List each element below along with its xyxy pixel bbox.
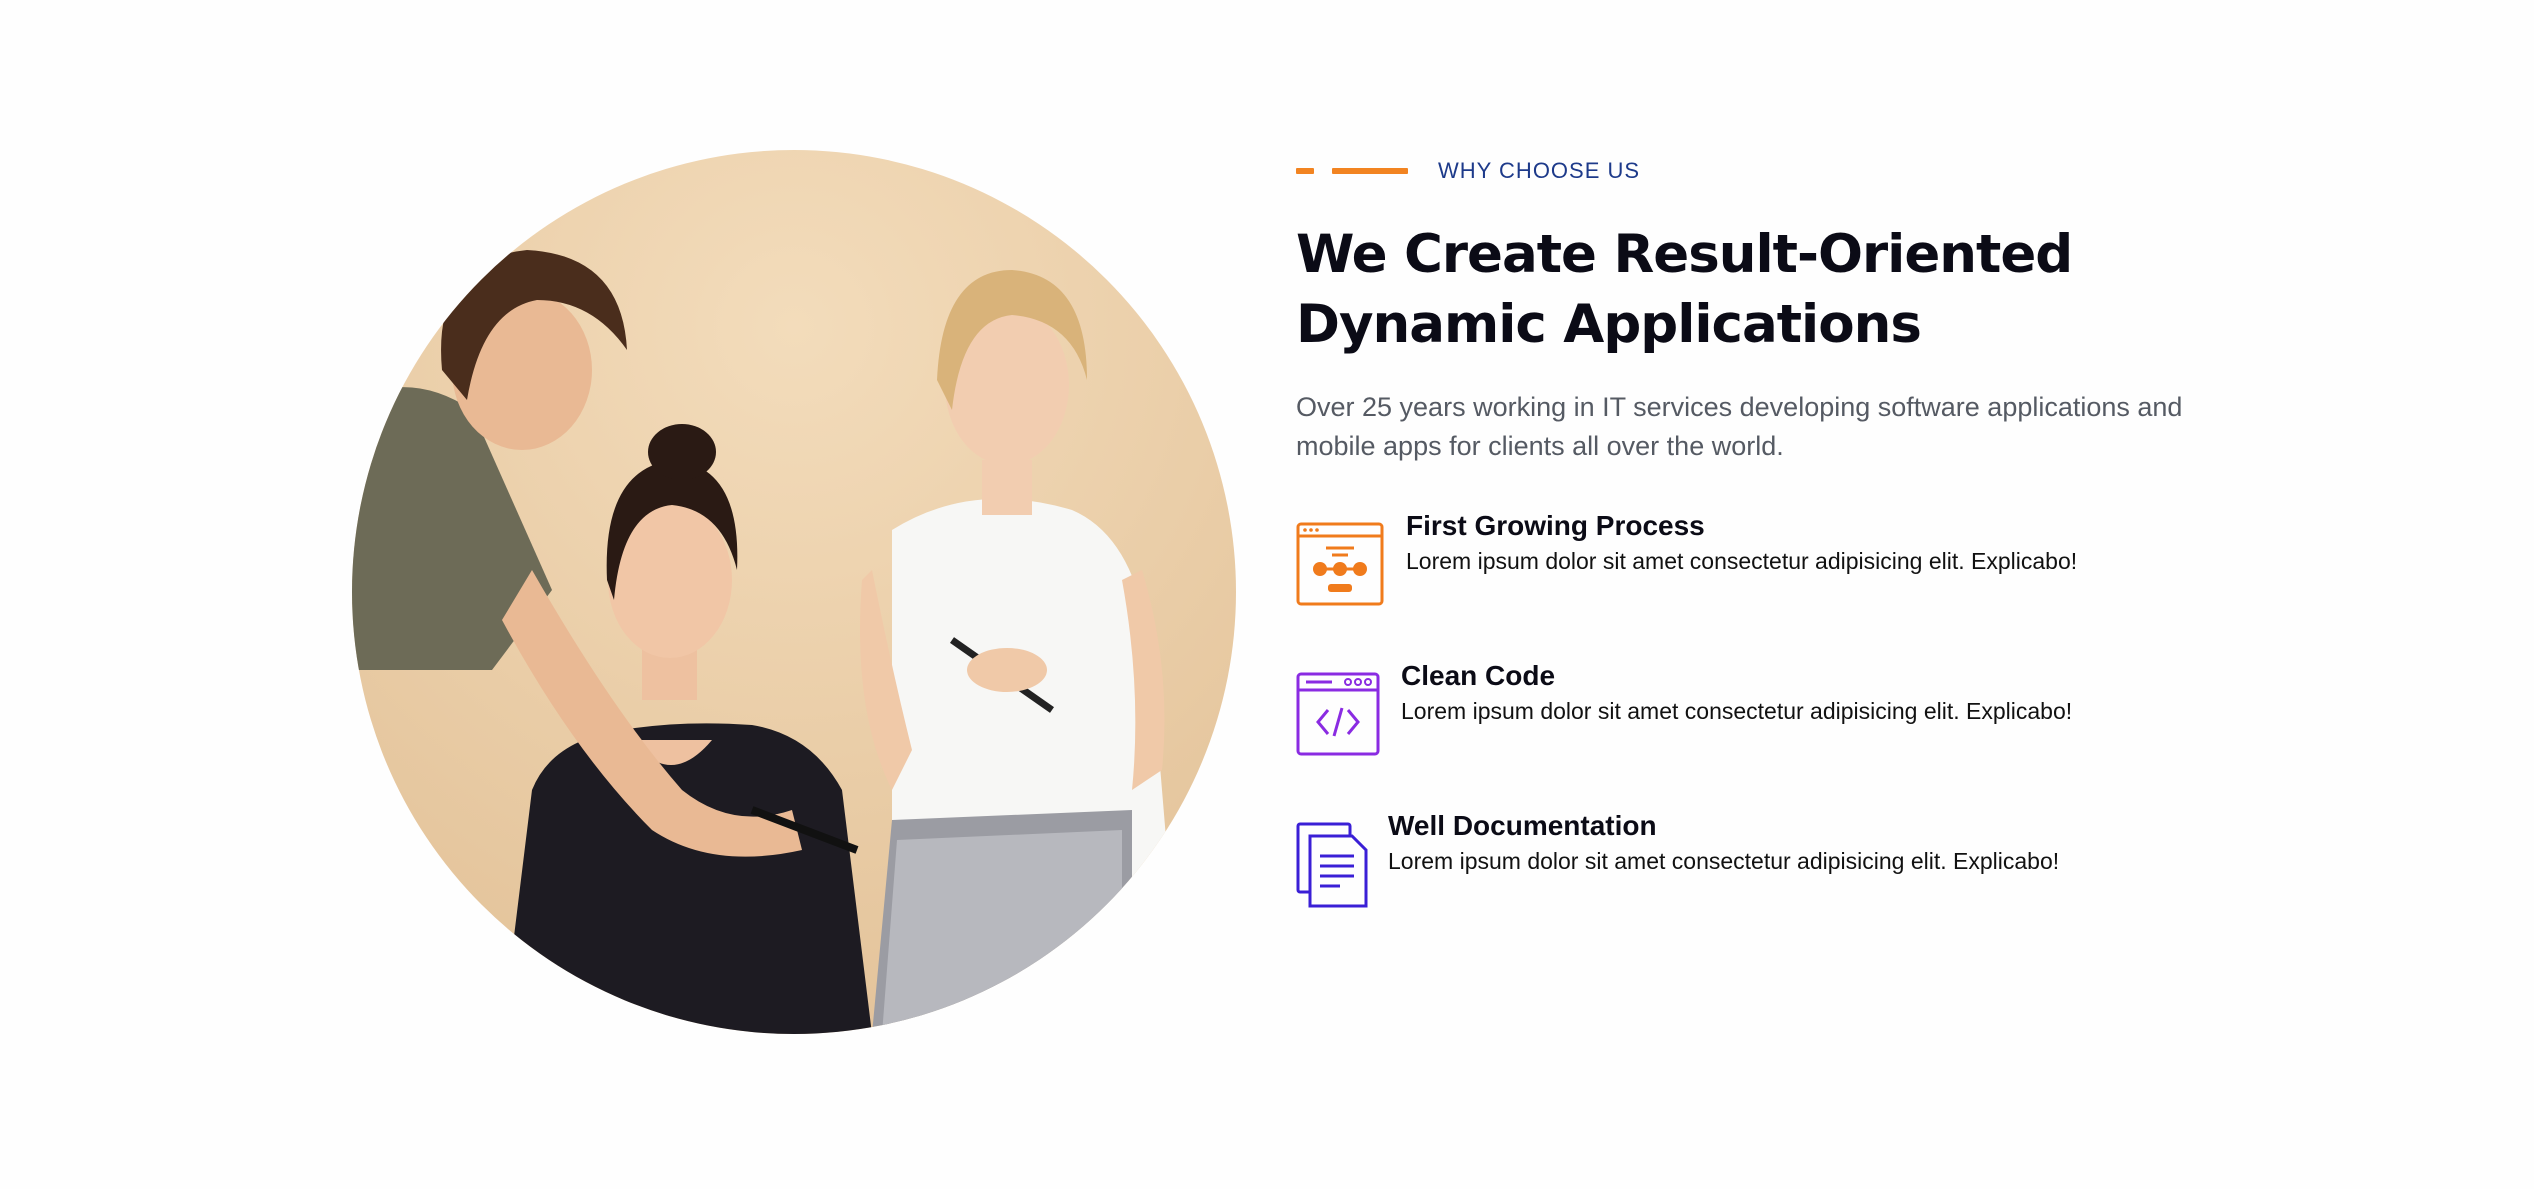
feature-item-documentation: Well Documentation Lorem ipsum dolor sit… [1296, 810, 2236, 972]
why-choose-us-section: WHY CHOOSE US We Create Result-Oriented … [1296, 150, 2236, 972]
section-description: Over 25 years working in IT services dev… [1296, 388, 2236, 466]
eyebrow-dash-short [1296, 168, 1314, 174]
eyebrow-label: WHY CHOOSE US [1438, 158, 1641, 183]
feature-description: Lorem ipsum dolor sit amet consectetur a… [1388, 848, 2060, 874]
description-line-1: Over 25 years working in IT services dev… [1296, 392, 2183, 422]
feature-item-clean-code: Clean Code Lorem ipsum dolor sit amet co… [1296, 660, 2236, 822]
process-steps-icon [1296, 522, 1384, 611]
documents-icon [1296, 822, 1368, 913]
feature-title: Clean Code [1401, 660, 1556, 691]
title-line-2: Dynamic Applications [1296, 294, 1922, 355]
section-title: We Create Result-Oriented Dynamic Applic… [1296, 220, 2236, 360]
feature-title: Well Documentation [1388, 810, 1657, 841]
feature-title: First Growing Process [1406, 510, 1705, 541]
feature-description: Lorem ipsum dolor sit amet consectetur a… [1401, 698, 2073, 724]
section-eyebrow: WHY CHOOSE US [1296, 150, 2236, 192]
eyebrow-dash-long [1332, 168, 1408, 174]
team-photo-illustration [352, 150, 1236, 1034]
team-photo [352, 150, 1236, 1034]
feature-description: Lorem ipsum dolor sit amet consectetur a… [1406, 548, 2078, 574]
code-window-icon [1296, 672, 1380, 761]
feature-list: First Growing Process Lorem ipsum dolor … [1296, 510, 2236, 972]
description-line-2: mobile apps for clients all over the wor… [1296, 431, 1784, 461]
feature-item-process: First Growing Process Lorem ipsum dolor … [1296, 510, 2236, 672]
title-line-1: We Create Result-Oriented [1296, 224, 2073, 285]
